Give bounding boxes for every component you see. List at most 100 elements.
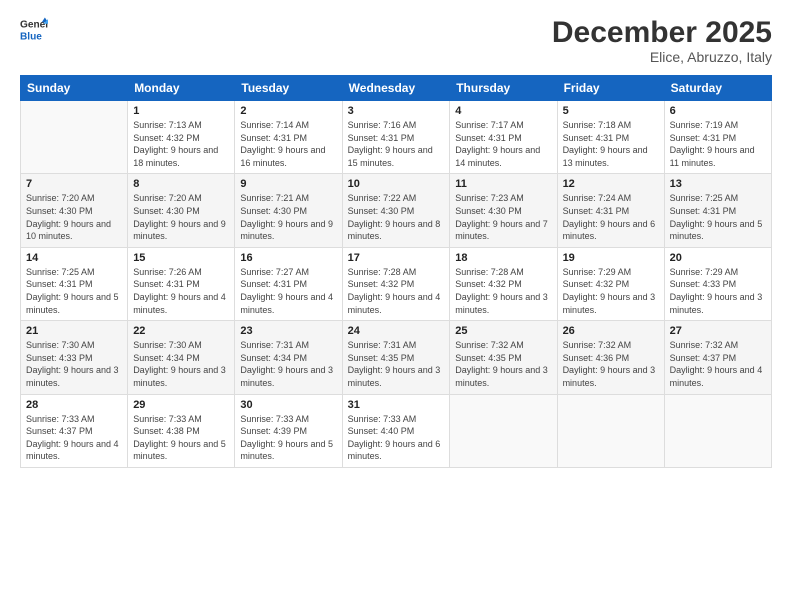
day-number: 13	[670, 178, 766, 190]
day-number: 24	[348, 325, 445, 337]
day-number: 30	[240, 399, 336, 411]
day-info: Sunrise: 7:29 AMSunset: 4:33 PMDaylight:…	[670, 266, 766, 316]
day-info: Sunrise: 7:20 AMSunset: 4:30 PMDaylight:…	[26, 192, 122, 242]
col-tuesday: Tuesday	[235, 76, 342, 101]
day-info: Sunrise: 7:22 AMSunset: 4:30 PMDaylight:…	[348, 192, 445, 242]
day-number: 10	[348, 178, 445, 190]
day-number: 15	[133, 252, 229, 264]
day-number: 18	[455, 252, 551, 264]
calendar-day-cell: 18 Sunrise: 7:28 AMSunset: 4:32 PMDayligh…	[450, 247, 557, 320]
day-number: 31	[348, 399, 445, 411]
day-info: Sunrise: 7:28 AMSunset: 4:32 PMDaylight:…	[455, 266, 551, 316]
day-number: 25	[455, 325, 551, 337]
day-number: 3	[348, 105, 445, 117]
day-number: 29	[133, 399, 229, 411]
day-info: Sunrise: 7:19 AMSunset: 4:31 PMDaylight:…	[670, 119, 766, 169]
day-info: Sunrise: 7:23 AMSunset: 4:30 PMDaylight:…	[455, 192, 551, 242]
calendar-day-cell	[664, 394, 771, 467]
day-number: 23	[240, 325, 336, 337]
col-monday: Monday	[128, 76, 235, 101]
day-info: Sunrise: 7:20 AMSunset: 4:30 PMDaylight:…	[133, 192, 229, 242]
calendar-day-cell: 9 Sunrise: 7:21 AMSunset: 4:30 PMDaylight…	[235, 174, 342, 247]
calendar-day-cell: 8 Sunrise: 7:20 AMSunset: 4:30 PMDaylight…	[128, 174, 235, 247]
calendar-header-row: Sunday Monday Tuesday Wednesday Thursday…	[21, 76, 772, 101]
calendar-week-row: 7Sunrise: 7:20 AMSunset: 4:30 PMDaylight…	[21, 174, 772, 247]
calendar-day-cell: 17Sunrise: 7:28 AMSunset: 4:32 PMDayligh…	[342, 247, 450, 320]
day-info: Sunrise: 7:32 AMSunset: 4:37 PMDaylight:…	[670, 339, 766, 389]
calendar-day-cell: 6 Sunrise: 7:19 AMSunset: 4:31 PMDaylight…	[664, 101, 771, 174]
day-info: Sunrise: 7:30 AMSunset: 4:33 PMDaylight:…	[26, 339, 122, 389]
calendar-week-row: 21 Sunrise: 7:30 AMSunset: 4:33 PMDayligh…	[21, 321, 772, 394]
day-number: 9	[240, 178, 336, 190]
calendar-day-cell: 23 Sunrise: 7:31 AMSunset: 4:34 PMDayligh…	[235, 321, 342, 394]
day-number: 20	[670, 252, 766, 264]
day-info: Sunrise: 7:13 AMSunset: 4:32 PMDaylight:…	[133, 119, 229, 169]
calendar-day-cell	[450, 394, 557, 467]
day-info: Sunrise: 7:14 AMSunset: 4:31 PMDaylight:…	[240, 119, 336, 169]
day-number: 11	[455, 178, 551, 190]
day-info: Sunrise: 7:18 AMSunset: 4:31 PMDaylight:…	[563, 119, 659, 169]
calendar-day-cell: 2 Sunrise: 7:14 AMSunset: 4:31 PMDaylight…	[235, 101, 342, 174]
day-number: 28	[26, 399, 122, 411]
calendar-day-cell: 29 Sunrise: 7:33 AMSunset: 4:38 PMDayligh…	[128, 394, 235, 467]
day-info: Sunrise: 7:16 AMSunset: 4:31 PMDaylight:…	[348, 119, 445, 169]
calendar-day-cell: 11 Sunrise: 7:23 AMSunset: 4:30 PMDayligh…	[450, 174, 557, 247]
calendar-day-cell: 26 Sunrise: 7:32 AMSunset: 4:36 PMDayligh…	[557, 321, 664, 394]
calendar-day-cell: 21 Sunrise: 7:30 AMSunset: 4:33 PMDayligh…	[21, 321, 128, 394]
calendar-day-cell: 24 Sunrise: 7:31 AMSunset: 4:35 PMDayligh…	[342, 321, 450, 394]
day-number: 2	[240, 105, 336, 117]
calendar-day-cell: 27Sunrise: 7:32 AMSunset: 4:37 PMDayligh…	[664, 321, 771, 394]
col-friday: Friday	[557, 76, 664, 101]
calendar-day-cell: 25 Sunrise: 7:32 AMSunset: 4:35 PMDayligh…	[450, 321, 557, 394]
calendar-week-row: 14Sunrise: 7:25 AMSunset: 4:31 PMDayligh…	[21, 247, 772, 320]
calendar-day-cell: 12 Sunrise: 7:24 AMSunset: 4:31 PMDayligh…	[557, 174, 664, 247]
day-number: 5	[563, 105, 659, 117]
day-number: 19	[563, 252, 659, 264]
day-info: Sunrise: 7:25 AMSunset: 4:31 PMDaylight:…	[670, 192, 766, 242]
header: General Blue December 2025 Elice, Abruzz…	[20, 16, 772, 65]
calendar-table: Sunday Monday Tuesday Wednesday Thursday…	[20, 75, 772, 468]
col-wednesday: Wednesday	[342, 76, 450, 101]
location: Elice, Abruzzo, Italy	[552, 49, 772, 65]
day-number: 12	[563, 178, 659, 190]
day-info: Sunrise: 7:29 AMSunset: 4:32 PMDaylight:…	[563, 266, 659, 316]
calendar-day-cell	[21, 101, 128, 174]
logo-icon: General Blue	[20, 16, 48, 44]
calendar-day-cell: 22 Sunrise: 7:30 AMSunset: 4:34 PMDayligh…	[128, 321, 235, 394]
day-number: 8	[133, 178, 229, 190]
calendar-day-cell: 30 Sunrise: 7:33 AMSunset: 4:39 PMDayligh…	[235, 394, 342, 467]
page-container: General Blue December 2025 Elice, Abruzz…	[0, 0, 792, 612]
calendar-week-row: 1Sunrise: 7:13 AMSunset: 4:32 PMDaylight…	[21, 101, 772, 174]
day-info: Sunrise: 7:31 AMSunset: 4:35 PMDaylight:…	[348, 339, 445, 389]
calendar-day-cell: 15 Sunrise: 7:26 AMSunset: 4:31 PMDayligh…	[128, 247, 235, 320]
calendar-week-row: 28Sunrise: 7:33 AMSunset: 4:37 PMDayligh…	[21, 394, 772, 467]
day-info: Sunrise: 7:31 AMSunset: 4:34 PMDaylight:…	[240, 339, 336, 389]
calendar-day-cell: 10 Sunrise: 7:22 AMSunset: 4:30 PMDayligh…	[342, 174, 450, 247]
calendar-day-cell: 13 Sunrise: 7:25 AMSunset: 4:31 PMDayligh…	[664, 174, 771, 247]
day-info: Sunrise: 7:33 AMSunset: 4:40 PMDaylight:…	[348, 413, 445, 463]
calendar-day-cell: 31 Sunrise: 7:33 AMSunset: 4:40 PMDayligh…	[342, 394, 450, 467]
day-info: Sunrise: 7:32 AMSunset: 4:36 PMDaylight:…	[563, 339, 659, 389]
day-number: 21	[26, 325, 122, 337]
calendar-day-cell: 19 Sunrise: 7:29 AMSunset: 4:32 PMDayligh…	[557, 247, 664, 320]
day-number: 22	[133, 325, 229, 337]
day-info: Sunrise: 7:21 AMSunset: 4:30 PMDaylight:…	[240, 192, 336, 242]
day-number: 4	[455, 105, 551, 117]
calendar-day-cell: 20 Sunrise: 7:29 AMSunset: 4:33 PMDayligh…	[664, 247, 771, 320]
calendar-day-cell	[557, 394, 664, 467]
day-info: Sunrise: 7:32 AMSunset: 4:35 PMDaylight:…	[455, 339, 551, 389]
month-title: December 2025	[552, 16, 772, 49]
day-info: Sunrise: 7:33 AMSunset: 4:38 PMDaylight:…	[133, 413, 229, 463]
svg-text:Blue: Blue	[20, 31, 42, 42]
day-info: Sunrise: 7:24 AMSunset: 4:31 PMDaylight:…	[563, 192, 659, 242]
day-number: 16	[240, 252, 336, 264]
day-number: 26	[563, 325, 659, 337]
day-info: Sunrise: 7:30 AMSunset: 4:34 PMDaylight:…	[133, 339, 229, 389]
title-block: December 2025 Elice, Abruzzo, Italy	[552, 16, 772, 65]
day-info: Sunrise: 7:26 AMSunset: 4:31 PMDaylight:…	[133, 266, 229, 316]
day-number: 6	[670, 105, 766, 117]
day-info: Sunrise: 7:17 AMSunset: 4:31 PMDaylight:…	[455, 119, 551, 169]
calendar-day-cell: 5 Sunrise: 7:18 AMSunset: 4:31 PMDaylight…	[557, 101, 664, 174]
day-info: Sunrise: 7:33 AMSunset: 4:39 PMDaylight:…	[240, 413, 336, 463]
calendar-day-cell: 16Sunrise: 7:27 AMSunset: 4:31 PMDayligh…	[235, 247, 342, 320]
